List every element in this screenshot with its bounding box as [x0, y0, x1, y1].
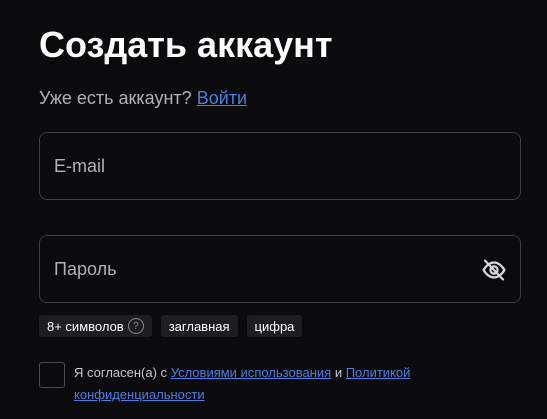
signin-row: Уже есть аккаунт? Войти	[39, 87, 247, 109]
email-input[interactable]	[40, 133, 520, 199]
password-hints: 8+ символов ? заглавная цифра	[39, 315, 303, 337]
hint-label: цифра	[254, 318, 295, 334]
hint-chip-digit: цифра	[246, 315, 303, 337]
privacy-link-line2[interactable]: конфиденциальности	[74, 387, 205, 402]
password-input[interactable]	[40, 236, 520, 302]
email-field-box[interactable]	[39, 132, 521, 200]
privacy-link-line1[interactable]: Политикой	[346, 365, 411, 380]
consent-checkbox[interactable]	[39, 362, 65, 388]
hint-label: 8+ символов	[47, 318, 124, 334]
consent-text: Я согласен(а) с Условиями использования …	[74, 362, 474, 406]
hint-chip-length: 8+ символов ?	[39, 315, 152, 337]
signin-prompt: Уже есть аккаунт?	[39, 88, 192, 108]
page-title: Создать аккаунт	[39, 24, 333, 65]
terms-link[interactable]: Условиями использования	[171, 365, 332, 380]
hint-label: заглавная	[168, 318, 230, 334]
question-icon[interactable]: ?	[127, 318, 144, 334]
signin-link[interactable]: Войти	[197, 88, 247, 108]
password-field-box[interactable]	[39, 235, 521, 303]
consent-conjunction: и	[334, 365, 343, 380]
consent-prefix: Я согласен(а) с	[74, 365, 168, 380]
eye-off-icon[interactable]	[481, 257, 507, 283]
hint-chip-uppercase: заглавная	[160, 315, 238, 337]
